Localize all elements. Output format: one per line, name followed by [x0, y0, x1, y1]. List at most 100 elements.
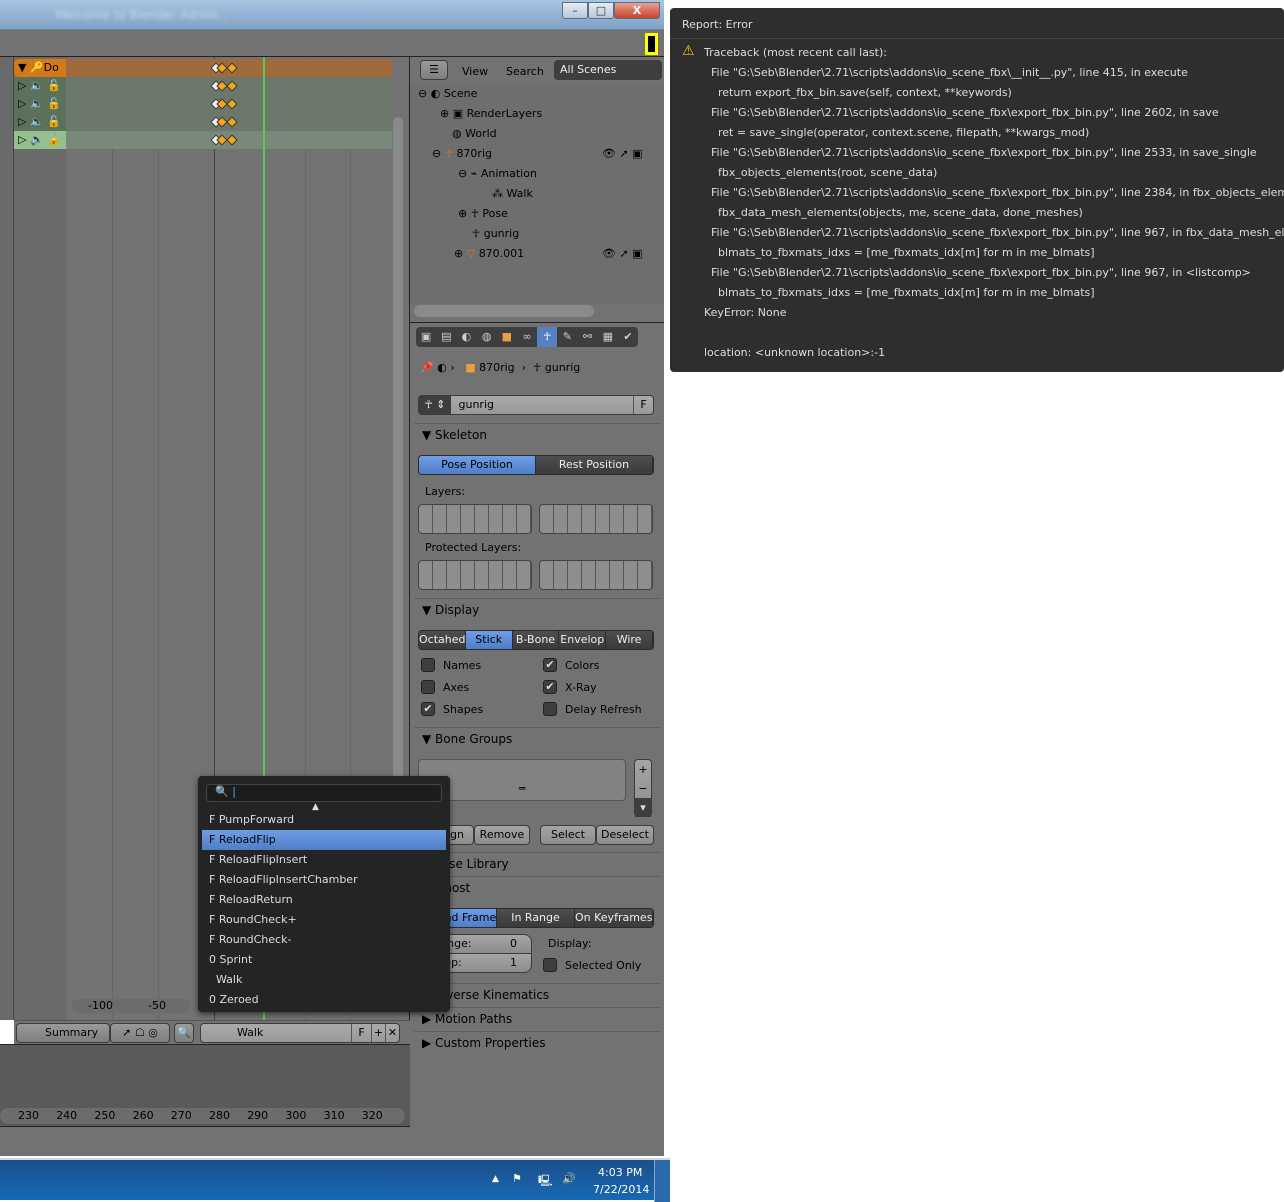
action-menu-item[interactable]: 0 Sprint	[202, 950, 446, 970]
tree-item-walk[interactable]: ⁂ Walk	[492, 184, 533, 204]
physics-icon[interactable]: ✔	[618, 327, 638, 347]
panel-motion-paths-header[interactable]: ▶ Motion Paths	[414, 1007, 660, 1029]
world-icon[interactable]: ◍	[477, 327, 497, 347]
clock-date[interactable]: 7/22/2014	[593, 1183, 649, 1196]
volume-icon[interactable]: 🔊	[562, 1172, 576, 1185]
panel-pose-library-header[interactable]: ▶ Pose Library	[414, 852, 660, 874]
network-icon[interactable]: 🖳	[538, 1172, 553, 1191]
outliner[interactable]: ☰ View Search All Scenes ⊖ ◐ Scene ⊕ ▣ R…	[410, 57, 664, 322]
checkbox-shapes[interactable]: ✔	[421, 702, 435, 716]
tree-item-gunrig[interactable]: ☥ gunrig	[472, 224, 519, 244]
fake-user-button[interactable]: F	[351, 1024, 371, 1042]
armature-datablock[interactable]: ☥ ⇕ gunrig F	[418, 395, 654, 415]
protected-layers-grid[interactable]	[539, 560, 653, 590]
vertical-scrollbar[interactable]	[393, 117, 403, 817]
channel-row-summary[interactable]: ▼ 🔑Do	[14, 59, 392, 77]
panel-skeleton-header[interactable]: ▼ Skeleton	[414, 423, 660, 445]
action-menu-item[interactable]: F PumpForward	[202, 810, 446, 830]
bone-constraint-icon[interactable]: ⚯	[578, 327, 598, 347]
filter-buttons[interactable]: ➚ ☖ ◎	[110, 1023, 170, 1043]
action-selector[interactable]: Walk F + ✕	[200, 1023, 400, 1043]
properties-editor[interactable]: ▣ ▤ ◐ ◍ ■ ∞ ☥ ✎ ⚯ ▦ ✔ 📌 ◐ › ■ 870rig › ☥ gunrig ☥ …	[410, 322, 664, 1156]
panel-ghost-header[interactable]: ▼ Ghost	[414, 876, 660, 898]
armature-data-icon[interactable]: ☥	[537, 327, 558, 347]
timeline-ruler[interactable]: 230 240 250 260 270 280 290 300 310 320	[0, 1108, 405, 1124]
action-menu-item[interactable]: F ReloadFlip	[202, 830, 446, 850]
search-icon[interactable]: 🔍	[174, 1023, 194, 1043]
ghost-on-keyframes[interactable]: On Keyframes	[575, 909, 653, 927]
tree-item-scene[interactable]: ⊖ ◐ Scene	[418, 84, 477, 104]
tree-item-pose[interactable]: ⊕ ☥ Pose	[458, 204, 508, 224]
action-menu-item[interactable]: F ReloadFlipInsert	[202, 850, 446, 870]
draw-octahedral[interactable]: Octahed	[419, 631, 466, 649]
show-hidden-icons[interactable]: ▲	[492, 1174, 499, 1184]
remove-button[interactable]: Remove	[474, 825, 530, 845]
deselect-button[interactable]: Deselect	[596, 825, 654, 845]
checkbox-x-ray[interactable]: ✔	[543, 680, 557, 694]
clock-time[interactable]: 4:03 PM	[598, 1166, 642, 1179]
tree-item-world[interactable]: ◍ World	[452, 124, 497, 144]
layers-grid[interactable]	[539, 504, 653, 534]
action-menu-item[interactable]: Walk	[202, 970, 446, 990]
lifebuoy-icon[interactable]: ◎	[148, 1026, 158, 1039]
pin-icon[interactable]: 📌	[420, 361, 434, 374]
rest-position-button[interactable]: Rest Position	[536, 456, 653, 474]
new-action-icon[interactable]: +	[371, 1024, 385, 1042]
panel-display-header[interactable]: ▼ Display	[414, 598, 660, 620]
action-menu-item[interactable]: F ReloadFlipInsertChamber	[202, 870, 446, 890]
checkbox-colors[interactable]: ✔	[543, 658, 557, 672]
layers-icon[interactable]: ▤	[436, 327, 456, 347]
tree-item-870-001[interactable]: ⊕ ▽ 870.001	[454, 244, 524, 264]
tree-item-animation[interactable]: ⊖ ⌁ Animation	[458, 164, 537, 184]
scene-icon[interactable]: ◐	[456, 327, 476, 347]
close-button[interactable]: X	[614, 2, 660, 19]
pointer-icon[interactable]: ➚	[122, 1026, 131, 1039]
mode-selector[interactable]: Summary	[16, 1023, 110, 1043]
menu-icon[interactable]: ▾	[635, 798, 651, 817]
checkbox-names[interactable]	[421, 658, 435, 672]
channel-row[interactable]: ▷ 🔈 🔓	[14, 95, 392, 113]
layers-grid[interactable]	[418, 504, 532, 534]
remove-icon[interactable]: −	[635, 779, 651, 798]
datablock-name[interactable]: gunrig	[455, 398, 495, 411]
view-menu[interactable]: View	[462, 65, 488, 78]
checkbox-axes[interactable]	[421, 680, 435, 694]
channel-row[interactable]: ▷ 🔈 🔓	[14, 77, 392, 95]
visibility-icons[interactable]: 👁 ➚ ▣	[602, 244, 643, 264]
visibility-icons[interactable]: 👁 ➚ ▣	[602, 144, 643, 164]
render-icon[interactable]: ▣	[416, 327, 436, 347]
action-menu-item[interactable]: 0 Zeroed	[202, 990, 446, 1010]
display-mode-select[interactable]: All Scenes	[554, 60, 662, 80]
action-search-input[interactable]: 🔍 |	[206, 784, 442, 802]
show-desktop-button[interactable]	[654, 1160, 670, 1202]
expand-icon[interactable]: ▼	[18, 61, 26, 74]
channel-row[interactable]: ▷ 🔈 🔓	[14, 113, 392, 131]
texture-icon[interactable]: ▦	[598, 327, 618, 347]
draw-envelope[interactable]: Envelop	[559, 631, 607, 649]
pose-position-button[interactable]: Pose Position	[419, 456, 536, 474]
draw-bbone[interactable]: B-Bone	[512, 631, 560, 649]
draw-stick[interactable]: Stick	[465, 631, 513, 649]
checkbox-delay-refresh[interactable]	[543, 702, 557, 716]
armature-icon[interactable]: ☥ ⇕	[419, 396, 451, 414]
panel-bone-groups-header[interactable]: ▼ Bone Groups	[414, 727, 660, 749]
action-menu-item[interactable]: F RoundCheck+	[202, 910, 446, 930]
ghost-in-range[interactable]: In Range	[497, 909, 575, 927]
object-icon[interactable]: ■	[497, 327, 517, 347]
protected-layers-grid[interactable]	[418, 560, 532, 590]
fake-user-button[interactable]: F	[633, 396, 653, 414]
tree-item-renderlayers[interactable]: ⊕ ▣ RenderLayers	[440, 104, 542, 124]
search-menu[interactable]: Search	[506, 65, 544, 78]
frame-ruler[interactable]: -100 -50	[72, 999, 190, 1013]
action-menu-item[interactable]: F RoundCheck-	[202, 930, 446, 950]
minimize-button[interactable]: –	[562, 2, 588, 19]
panel-ik-header[interactable]: ▶ Inverse Kinematics	[414, 983, 660, 1005]
editor-type-icon[interactable]: ☰	[420, 60, 448, 80]
action-center-icon[interactable]: ⚑	[512, 1172, 522, 1185]
panel-custom-properties-header[interactable]: ▶ Custom Properties	[414, 1031, 660, 1053]
tree-item-870rig[interactable]: ⊖ ☥ 870rig	[432, 144, 492, 164]
constraints-icon[interactable]: ∞	[517, 327, 537, 347]
report-indicator[interactable]	[645, 33, 658, 55]
add-icon[interactable]: +	[635, 760, 651, 779]
channel-row[interactable]: ▷ 🔈 🔓	[14, 131, 392, 149]
